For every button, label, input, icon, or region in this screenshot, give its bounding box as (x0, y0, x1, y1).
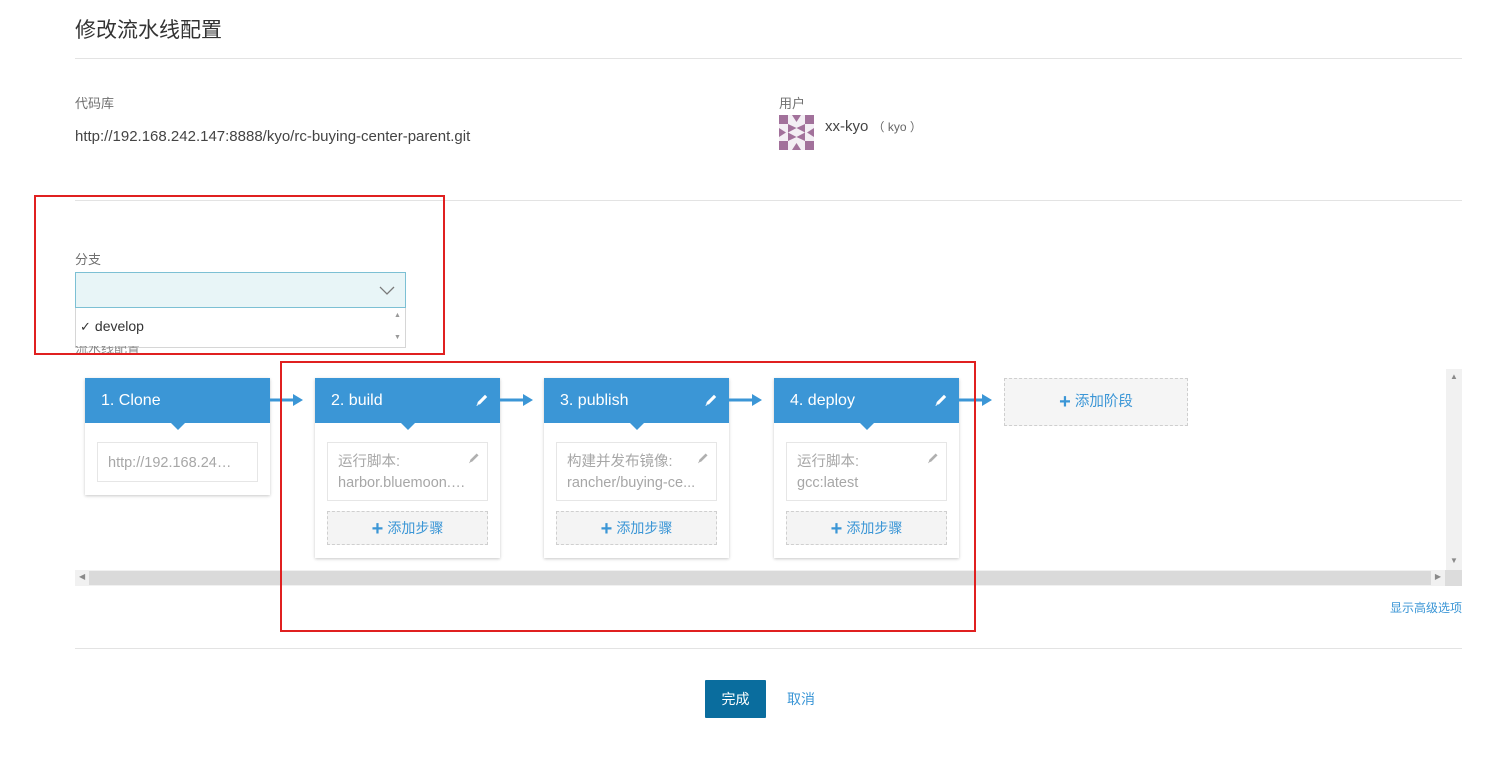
user-label: 用户 (779, 96, 806, 111)
branch-dropdown: ✓ develop ▲ ▼ (75, 308, 406, 348)
arrow-right-icon (500, 394, 533, 406)
pipeline-label: 流水线配置 (75, 346, 141, 356)
add-step-button[interactable]: + 添加步骤 (786, 511, 947, 545)
pencil-icon[interactable] (703, 392, 719, 408)
stage-title: 3. publish (560, 392, 629, 409)
done-button[interactable]: 完成 (705, 680, 766, 718)
dropdown-scrollbar[interactable]: ▲ ▼ (393, 310, 403, 345)
repo-label: 代码库 (75, 96, 115, 111)
user-login: （ kyo ） (872, 120, 922, 134)
step-text: http://192.168.242.1... (108, 455, 247, 471)
step-card[interactable]: http://192.168.242.1... (97, 442, 258, 482)
user-display-name: xx-kyo (825, 118, 869, 135)
user-name: xx-kyo （ kyo ） (825, 118, 922, 135)
step-type: 运行脚本: (797, 454, 860, 470)
stage-build: 2. build 运行脚本: harbor.bluemoon.c... + 添加步… (315, 378, 500, 558)
stage-header[interactable]: 3. publish (544, 378, 729, 430)
arrow-right-icon (270, 394, 303, 406)
page-title: 修改流水线配置 (75, 19, 222, 42)
step-type: 运行脚本: (338, 454, 401, 470)
pencil-icon[interactable] (474, 392, 490, 408)
stage-publish: 3. publish 构建并发布镜像: rancher/buying-ce...… (544, 378, 729, 558)
add-step-button[interactable]: + 添加步骤 (556, 511, 717, 545)
repo-url: http://192.168.242.147:8888/kyo/rc-buyin… (75, 128, 471, 145)
pencil-icon[interactable] (696, 451, 710, 465)
scroll-left-icon[interactable]: ◀ (79, 572, 85, 581)
scroll-down-icon[interactable]: ▼ (394, 334, 401, 341)
branch-label: 分支 (75, 252, 102, 267)
check-icon: ✓ (80, 319, 91, 334)
divider-top (75, 58, 1462, 59)
scrollbar-thumb[interactable] (89, 571, 1431, 585)
step-detail: harbor.bluemoon.c... (338, 475, 471, 491)
scroll-down-icon[interactable]: ▼ (1450, 556, 1458, 565)
arrow-right-icon (729, 394, 762, 406)
divider-bottom (75, 648, 1462, 649)
avatar (779, 115, 814, 150)
chevron-down-icon (379, 286, 395, 295)
step-card[interactable]: 运行脚本: harbor.bluemoon.c... (327, 442, 488, 501)
plus-icon: + (600, 518, 613, 540)
vertical-scrollbar[interactable]: ▲ ▼ (1446, 369, 1462, 570)
pencil-icon[interactable] (933, 392, 949, 408)
branch-option-develop[interactable]: ✓ develop (80, 318, 144, 335)
stage-title: 4. deploy (790, 392, 855, 409)
stage-deploy: 4. deploy 运行脚本: gcc:latest + 添加步骤 (774, 378, 959, 558)
step-type: 构建并发布镜像: (567, 454, 673, 470)
scrollbar-corner (1445, 570, 1462, 586)
branch-option-label: develop (94, 318, 144, 334)
plus-icon: + (1059, 391, 1071, 413)
branch-select[interactable] (75, 272, 406, 308)
scroll-right-icon[interactable]: ▶ (1435, 572, 1441, 581)
step-detail: rancher/buying-ce... (567, 475, 696, 491)
stage-title: 1. Clone (101, 392, 161, 409)
step-detail: gcc:latest (797, 475, 859, 491)
stage-header[interactable]: 1. Clone (85, 378, 270, 430)
stage-header[interactable]: 2. build (315, 378, 500, 430)
step-card[interactable]: 构建并发布镜像: rancher/buying-ce... (556, 442, 717, 501)
add-stage-button[interactable]: + 添加阶段 (1004, 378, 1188, 426)
pencil-icon[interactable] (926, 451, 940, 465)
arrow-right-icon (959, 394, 992, 406)
horizontal-scrollbar[interactable]: ◀ ▶ (75, 570, 1445, 586)
scroll-up-icon[interactable]: ▲ (394, 312, 401, 319)
add-step-button[interactable]: + 添加步骤 (327, 511, 488, 545)
stage-title: 2. build (331, 392, 383, 409)
plus-icon: + (371, 518, 384, 540)
scroll-up-icon[interactable]: ▲ (1450, 372, 1458, 381)
show-advanced-link[interactable]: 显示高级选项 (1390, 599, 1462, 616)
stage-clone: 1. Clone http://192.168.242.1... (85, 378, 270, 495)
step-card[interactable]: 运行脚本: gcc:latest (786, 442, 947, 501)
plus-icon: + (830, 518, 843, 540)
stage-header[interactable]: 4. deploy (774, 378, 959, 430)
cancel-button[interactable]: 取消 (779, 680, 823, 718)
divider-middle (75, 200, 1462, 201)
pencil-icon[interactable] (467, 451, 481, 465)
